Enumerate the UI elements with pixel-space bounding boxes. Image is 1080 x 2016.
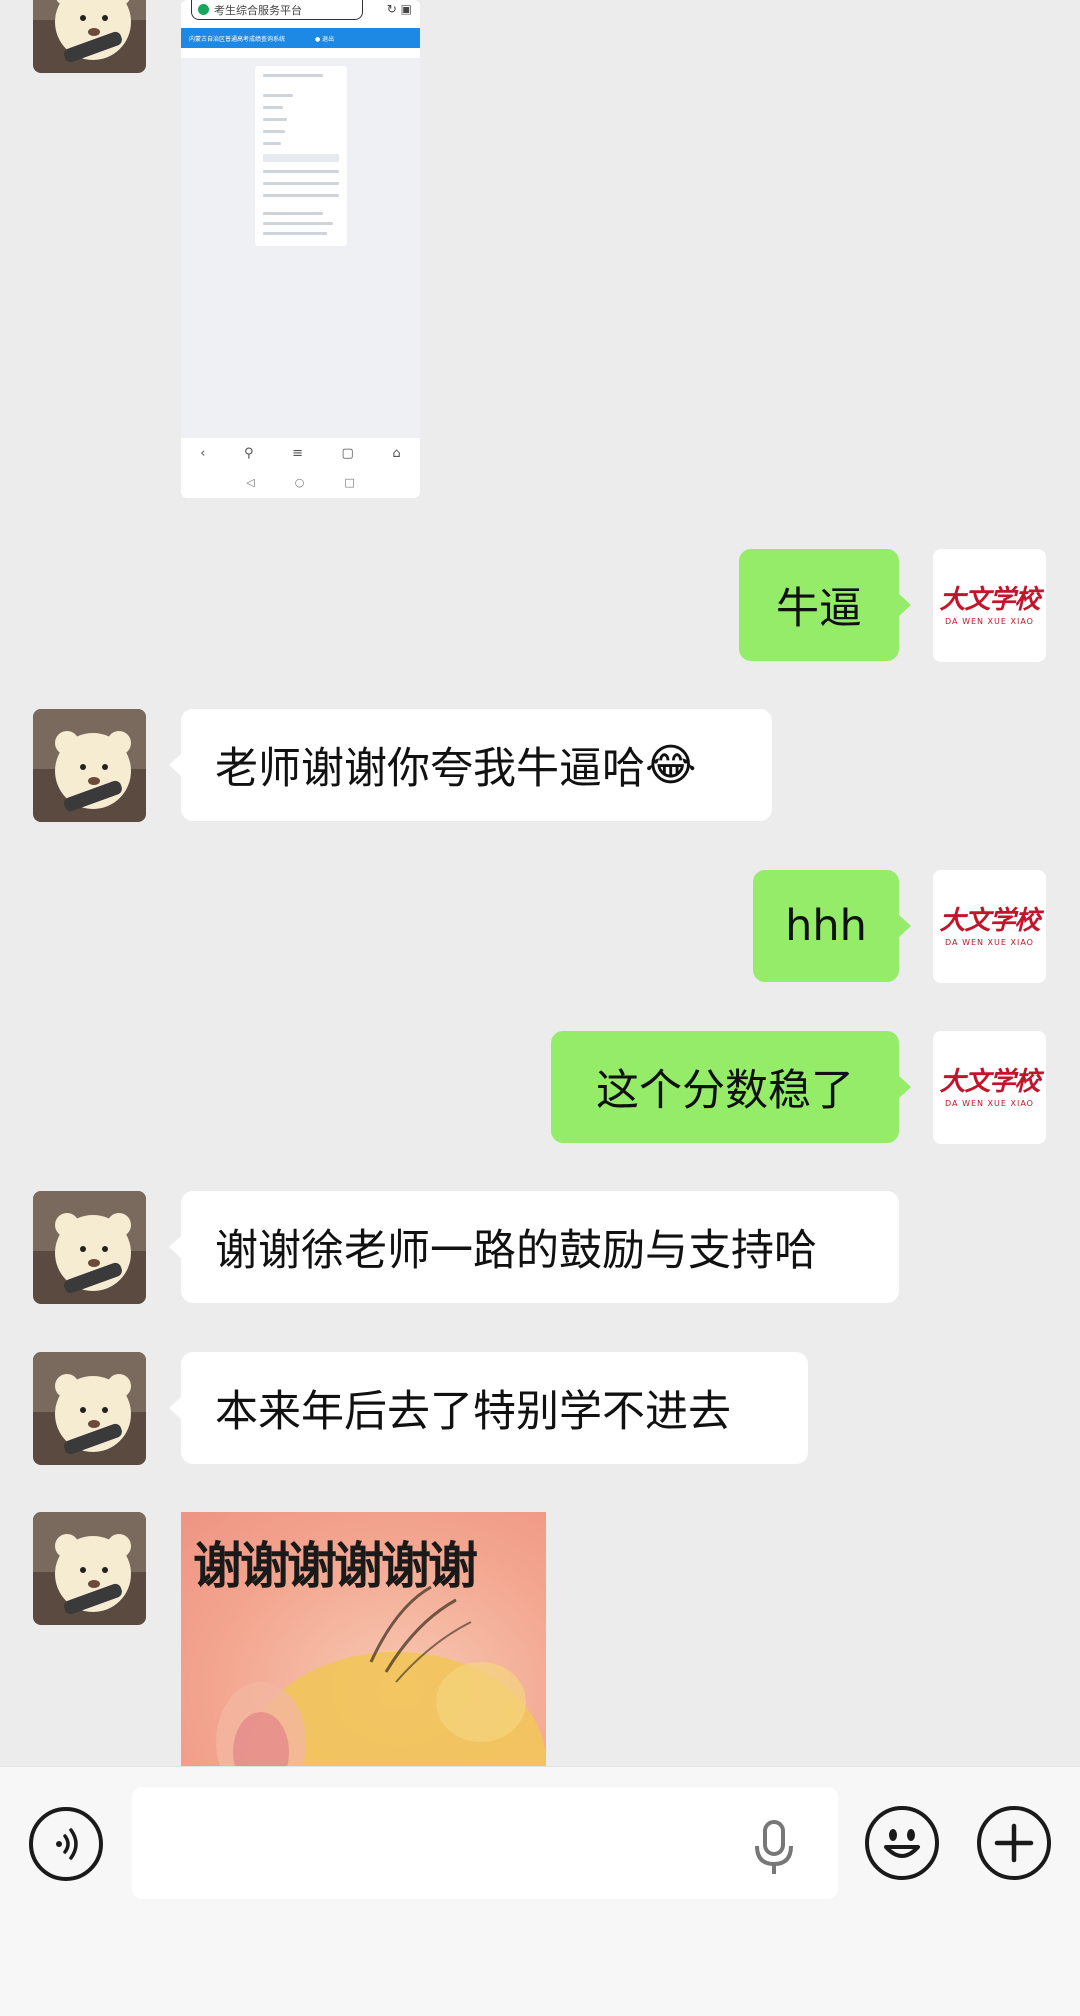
shield-icon [198, 4, 209, 15]
voice-toggle-button[interactable] [29, 1807, 103, 1881]
menu-icon: ≡ [292, 445, 303, 461]
message-text: 牛逼 [776, 584, 862, 634]
thumbnail-result-card [255, 66, 347, 246]
message-bubble-incoming[interactable]: 谢谢徐老师一路的鼓励与支持哈 [169, 1191, 899, 1303]
contact-avatar[interactable] [33, 1352, 146, 1465]
bear-avatar-icon [33, 0, 146, 73]
thumbnail-banner-title: 内蒙古自治区普通高考成绩查询系统 [189, 35, 286, 43]
message-bubble-outgoing[interactable]: 牛逼 [739, 549, 911, 661]
search-icon: ⚲ [244, 445, 254, 461]
emoji-button[interactable] [865, 1806, 939, 1880]
thumbnail-banner-logout: ● 退出 [315, 35, 335, 43]
school-logo-text: 大文学校 [939, 584, 1040, 615]
message-bubble-outgoing[interactable]: hhh [753, 870, 911, 982]
message-bubble-incoming[interactable]: 本来年后去了特别学不进去 [169, 1352, 808, 1464]
message-input[interactable] [132, 1787, 838, 1899]
school-logo-subtext: DA WEN XUE XIAO [945, 616, 1034, 626]
message-bubble-incoming[interactable]: 老师谢谢你夸我牛逼哈 😂 [169, 709, 772, 821]
school-logo-text: 大文学校 [939, 905, 1040, 936]
thumbnail-browser-nav: ‹ ⚲ ≡ ▢ ⌂ [181, 438, 420, 468]
bear-avatar-icon [33, 709, 146, 822]
recent-square-icon: □ [344, 475, 355, 489]
bear-avatar-icon [33, 1191, 146, 1304]
home-circle-icon: ○ [294, 475, 305, 489]
back-triangle-icon: ◁ [246, 475, 255, 489]
screenshot-image[interactable]: 考生综合服务平台 ↻ ▣ 内蒙古自治区普通高考成绩查询系统 ● 退出 ‹ ⚲ ≡… [181, 0, 420, 498]
cartoon-character-icon [216, 1585, 546, 1766]
chat-area[interactable]: 考生综合服务平台 ↻ ▣ 内蒙古自治区普通高考成绩查询系统 ● 退出 ‹ ⚲ ≡… [0, 0, 1080, 1766]
thumbnail-page [181, 58, 420, 438]
more-options-button[interactable] [977, 1806, 1051, 1880]
tabs-icon: ▢ [341, 445, 354, 461]
refresh-icon: ↻ ▣ [386, 2, 412, 16]
message-text: hhh [785, 901, 867, 951]
school-logo-text: 大文学校 [939, 1066, 1040, 1097]
thumbnail-url-text: 考生综合服务平台 [214, 3, 302, 17]
microphone-icon[interactable] [752, 1820, 796, 1876]
message-text: 谢谢徐老师一路的鼓励与支持哈 [215, 1226, 817, 1276]
voice-wave-icon [56, 1828, 78, 1860]
teacher-avatar[interactable]: 大文学校 DA WEN XUE XIAO [933, 870, 1046, 983]
teacher-avatar[interactable]: 大文学校 DA WEN XUE XIAO [933, 1031, 1046, 1144]
message-text: 本来年后去了特别学不进去 [215, 1387, 731, 1437]
thumbnail-url-bar: 考生综合服务平台 [191, 0, 363, 20]
bear-avatar-icon [33, 1512, 146, 1625]
contact-avatar[interactable] [33, 1512, 146, 1625]
home-icon: ⌂ [392, 445, 401, 461]
thumbnail-banner: 内蒙古自治区普通高考成绩查询系统 ● 退出 [181, 28, 420, 48]
laughing-emoji-icon: 😂 [645, 739, 697, 791]
message-bubble-outgoing[interactable]: 这个分数稳了 [551, 1031, 911, 1143]
contact-avatar[interactable] [33, 709, 146, 822]
thumbnail-system-nav: ◁ ○ □ [181, 470, 420, 494]
message-text: 老师谢谢你夸我牛逼哈 [215, 744, 645, 794]
contact-avatar[interactable] [33, 0, 146, 73]
sticker-image[interactable]: 谢谢谢谢谢谢 [181, 1512, 546, 1766]
message-text: 这个分数稳了 [596, 1066, 854, 1116]
teacher-avatar[interactable]: 大文学校 DA WEN XUE XIAO [933, 549, 1046, 662]
smiley-icon [884, 1829, 920, 1858]
plus-icon [994, 1823, 1034, 1863]
school-logo-subtext: DA WEN XUE XIAO [945, 1098, 1034, 1108]
bear-avatar-icon [33, 1352, 146, 1465]
contact-avatar[interactable] [33, 1191, 146, 1304]
back-icon: ‹ [200, 445, 206, 461]
school-logo-subtext: DA WEN XUE XIAO [945, 937, 1034, 947]
